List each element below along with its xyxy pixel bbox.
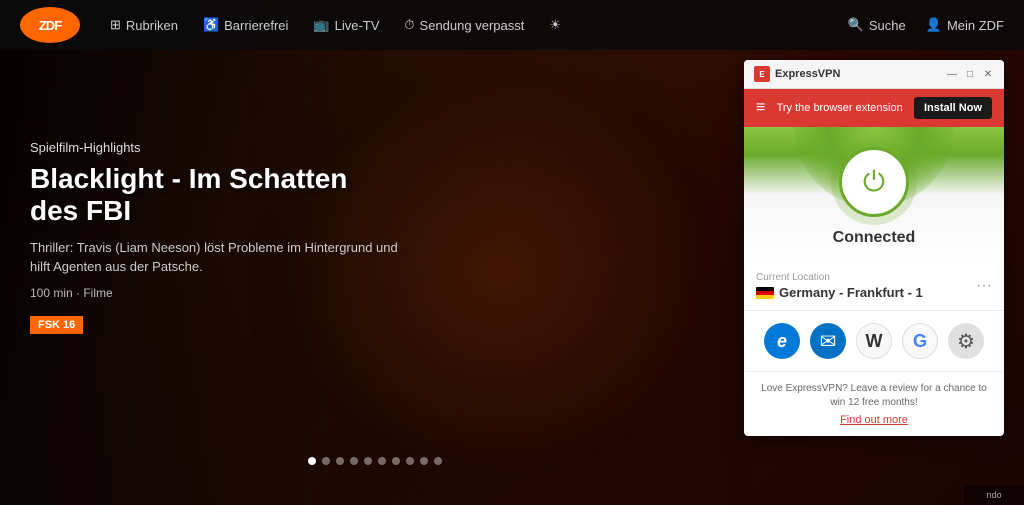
location-country: Germany - Frankfurt - 1 (779, 285, 923, 300)
nav-rubriken[interactable]: ⊞ Rubriken (110, 17, 178, 33)
location-info: Current Location Germany - Frankfurt - 1 (756, 272, 923, 300)
power-button[interactable]: ⏻ (839, 147, 909, 217)
dot-1[interactable] (308, 457, 316, 465)
vpn-promo: Love ExpressVPN? Leave a review for a ch… (744, 372, 1004, 436)
zdf-logo-text: ZDF (39, 18, 61, 33)
location-options-button[interactable]: ··· (976, 277, 992, 295)
dot-10[interactable] (434, 457, 442, 465)
nav-barrierefrei[interactable]: ♿ Barrierefrei (203, 17, 288, 33)
close-button[interactable]: ✕ (982, 68, 994, 80)
hamburger-menu-icon[interactable]: ≡ (756, 99, 765, 117)
nav-right: 🔍 Suche 👤 Mein ZDF (848, 17, 1004, 33)
edge-icon: e (777, 331, 787, 352)
edge-shortcut[interactable]: e (764, 323, 800, 359)
vpn-shortcuts: e ✉ W G ⚙ (744, 311, 1004, 372)
user-icon: 👤 (926, 17, 942, 33)
browser-ext-label: Try the browser extension (777, 102, 903, 114)
search-icon: 🔍 (848, 17, 864, 33)
minimize-button[interactable]: — (946, 68, 958, 80)
livetv-icon: 📺 (313, 17, 329, 33)
rubriken-icon: ⊞ (110, 17, 121, 33)
wikipedia-icon: W (866, 331, 883, 352)
zdf-logo[interactable]: ZDF (20, 7, 80, 43)
barrierefrei-icon: ♿ (203, 17, 219, 33)
nav-sendung-verpasst[interactable]: ⏱ Sendung verpasst (404, 17, 524, 33)
location-label: Current Location (756, 272, 923, 283)
movie-title-line1: Blacklight - Im Schatten (30, 163, 347, 194)
power-icon: ⏻ (863, 166, 885, 199)
nav-mein-zdf[interactable]: 👤 Mein ZDF (926, 17, 1004, 33)
settings-icon: ⚙ (957, 329, 975, 354)
vpn-titlebar: E ExpressVPN — □ ✕ (744, 60, 1004, 89)
movie-content: Spielfilm-Highlights Blacklight - Im Sch… (30, 140, 410, 334)
movie-title-line2: des FBI (30, 195, 131, 226)
clock-icon: ⏱ (404, 17, 414, 33)
brightness-icon: ☀ (549, 17, 561, 33)
wikipedia-shortcut[interactable]: W (856, 323, 892, 359)
dot-3[interactable] (336, 457, 344, 465)
fsk-badge: FSK 16 (30, 316, 83, 334)
find-out-more-link[interactable]: Find out more (759, 414, 989, 426)
sendung-label: Sendung verpasst (420, 18, 525, 33)
dot-9[interactable] (420, 457, 428, 465)
movie-meta: 100 min · Filme (30, 286, 410, 300)
vpn-logo: E (754, 66, 770, 82)
movie-title: Blacklight - Im Schatten des FBI (30, 163, 410, 227)
mein-zdf-label: Mein ZDF (947, 18, 1004, 33)
vpn-status: Connected (759, 229, 989, 247)
vpn-window-controls: — □ ✕ (946, 68, 994, 80)
dot-7[interactable] (392, 457, 400, 465)
german-flag (756, 287, 774, 299)
location-name: Germany - Frankfurt - 1 (756, 285, 923, 300)
movie-description: Thriller: Travis (Liam Neeson) löst Prob… (30, 239, 410, 275)
nav-items: ⊞ Rubriken ♿ Barrierefrei 📺 Live-TV ⏱ Se… (110, 17, 818, 33)
vpn-app-title: ExpressVPN (775, 68, 840, 80)
dot-2[interactable] (322, 457, 330, 465)
google-icon: G (913, 331, 927, 352)
google-shortcut[interactable]: G (902, 323, 938, 359)
vpn-panel: E ExpressVPN — □ ✕ ≡ Try the browser ext… (744, 60, 1004, 436)
rubriken-label: Rubriken (126, 18, 178, 33)
nav-livetv[interactable]: 📺 Live-TV (313, 17, 379, 33)
zdf-header: ZDF ⊞ Rubriken ♿ Barrierefrei 📺 Live-TV … (0, 0, 1024, 50)
suche-label: Suche (869, 18, 906, 33)
dot-6[interactable] (378, 457, 386, 465)
carousel-dots (0, 457, 750, 465)
vpn-location: Current Location Germany - Frankfurt - 1… (744, 262, 1004, 311)
nav-brightness[interactable]: ☀ (549, 17, 561, 33)
install-now-button[interactable]: Install Now (914, 97, 992, 119)
vpn-title-area: E ExpressVPN (754, 66, 840, 82)
livetv-label: Live-TV (335, 18, 380, 33)
dot-4[interactable] (350, 457, 358, 465)
mail-icon: ✉ (820, 329, 837, 354)
dot-5[interactable] (364, 457, 372, 465)
promo-text: Love ExpressVPN? Leave a review for a ch… (759, 382, 989, 410)
dot-8[interactable] (406, 457, 414, 465)
mail-shortcut[interactable]: ✉ (810, 323, 846, 359)
nav-suche[interactable]: 🔍 Suche (848, 17, 906, 33)
movie-category: Spielfilm-Highlights (30, 140, 410, 155)
vpn-toolbar: ≡ Try the browser extension Install Now (744, 89, 1004, 127)
vpn-connected-area: ⏻ Connected (744, 127, 1004, 262)
settings-shortcut[interactable]: ⚙ (948, 323, 984, 359)
windows-taskbar-hint: ndo (964, 485, 1024, 505)
maximize-button[interactable]: □ (964, 68, 976, 80)
barrierefrei-label: Barrierefrei (224, 18, 288, 33)
